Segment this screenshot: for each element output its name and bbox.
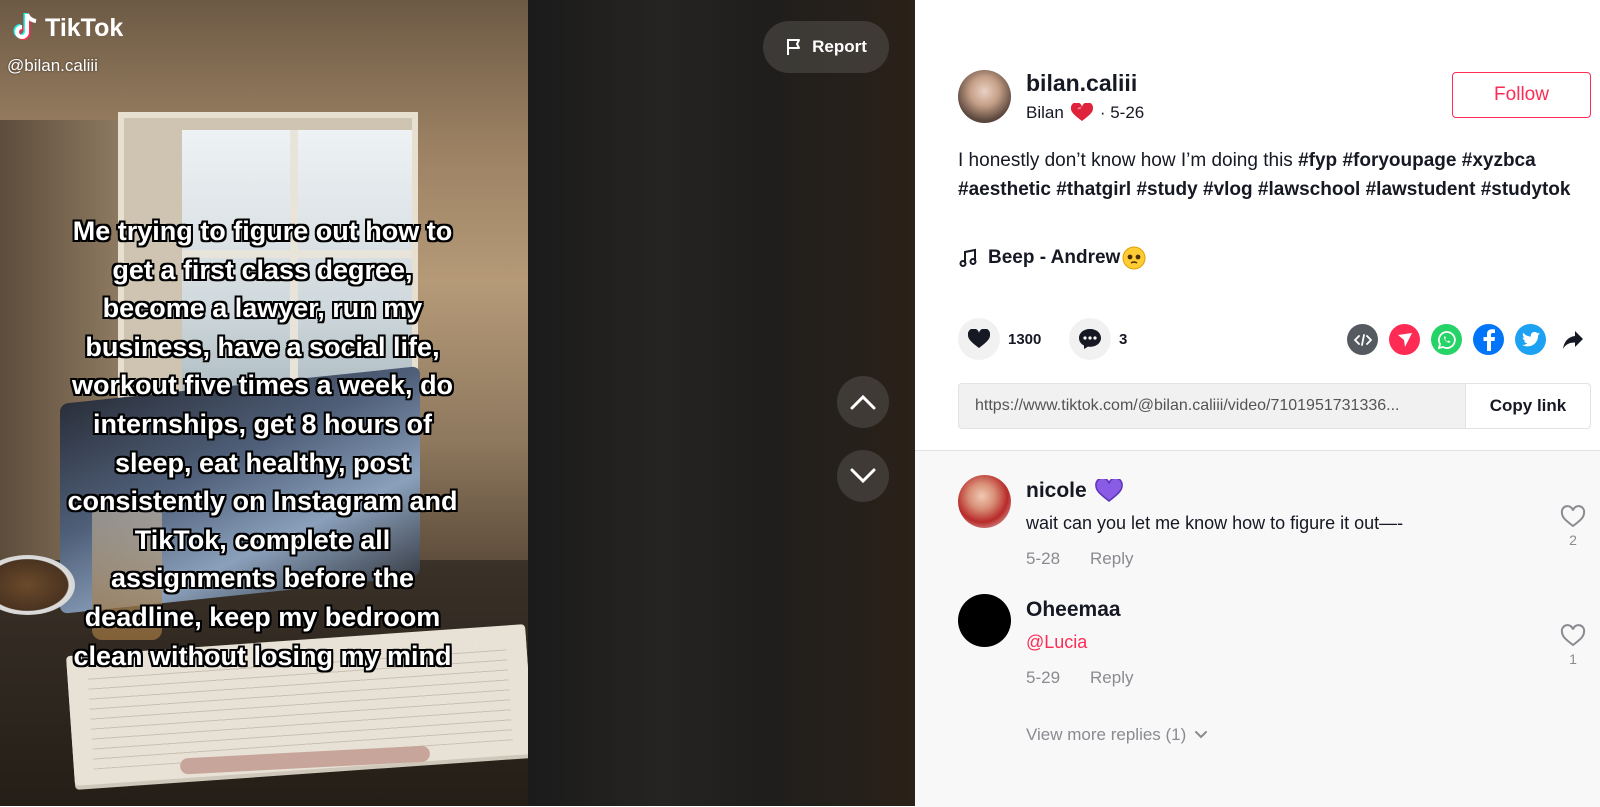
- embed-icon[interactable]: [1347, 324, 1378, 355]
- video-player[interactable]: TikTok @bilan.caliii Me trying to figure…: [0, 0, 915, 806]
- whatsapp-icon[interactable]: [1431, 324, 1462, 355]
- hashtag-link[interactable]: #study: [1136, 179, 1197, 200]
- previous-video-button[interactable]: [837, 376, 889, 428]
- report-button-label: Report: [812, 37, 867, 56]
- copy-link-button[interactable]: Copy link: [1465, 384, 1590, 428]
- comment-author: nicole: [1026, 479, 1123, 503]
- reply-button[interactable]: Reply: [1090, 549, 1133, 569]
- hashtag-link[interactable]: #xyzbca: [1462, 150, 1536, 171]
- post-date: · 5-26: [1099, 103, 1145, 122]
- video-watermark-handle: @bilan.caliii: [7, 56, 98, 75]
- like-action: 1300: [958, 318, 1041, 360]
- tiktok-watermark: TikTok: [13, 12, 123, 44]
- next-video-button[interactable]: [837, 450, 889, 502]
- share-arrow-glyph: [1562, 330, 1583, 349]
- comment-meta: 5-29 Reply: [1026, 668, 1134, 688]
- comment-item: Oheemaa @Lucia 5-29 Reply 1: [958, 594, 1588, 694]
- hashtag-link[interactable]: #vlog: [1203, 179, 1253, 200]
- hashtag-link[interactable]: #thatgirl: [1056, 179, 1131, 200]
- share-icon-row: [1347, 324, 1588, 355]
- paper-plane-glyph: [1397, 332, 1412, 347]
- view-more-replies-label: View more replies (1): [1026, 725, 1187, 744]
- like-count: 1300: [1008, 330, 1042, 348]
- follow-button[interactable]: Follow: [1452, 72, 1591, 118]
- comment-item: nicole wait can you let me know how to f…: [958, 475, 1588, 575]
- tiktok-watermark-text: TikTok: [45, 13, 124, 42]
- tiktok-note-icon: [13, 13, 37, 40]
- twitter-bird-glyph: [1521, 332, 1540, 347]
- comment-button[interactable]: [1069, 318, 1111, 360]
- comment-date: 5-28: [1026, 549, 1061, 568]
- facebook-icon[interactable]: [1473, 324, 1504, 355]
- comment-count: 3: [1119, 330, 1128, 348]
- hashtag-link[interactable]: #fyp: [1298, 150, 1337, 171]
- comment-mention-link[interactable]: @Lucia: [1026, 632, 1087, 653]
- music-note-icon: [959, 248, 977, 267]
- comment-like-count: 1: [1569, 651, 1577, 667]
- pleading-face-emoji-icon: [1122, 246, 1146, 270]
- comments-section: nicole wait can you let me know how to f…: [915, 450, 1600, 807]
- comment-author-name[interactable]: nicole: [1026, 479, 1087, 503]
- like-button[interactable]: [958, 318, 1000, 360]
- chevron-down-icon: [850, 468, 876, 484]
- heart-outline-icon: [1560, 505, 1586, 528]
- send-to-friends-icon[interactable]: [1389, 324, 1420, 355]
- comment-bubble-icon: [1079, 329, 1101, 349]
- comment-avatar[interactable]: [958, 475, 1011, 528]
- comment-action: 3: [1069, 318, 1127, 360]
- twitter-icon[interactable]: [1515, 324, 1546, 355]
- chevron-up-icon: [850, 394, 876, 410]
- whatsapp-glyph: [1437, 330, 1456, 349]
- hashtag-link[interactable]: #studytok: [1481, 179, 1571, 200]
- video-link-text[interactable]: https://www.tiktok.com/@bilan.caliii/vid…: [959, 397, 1465, 415]
- purple-heart-emoji-icon: [1094, 479, 1123, 502]
- flag-icon: [787, 39, 801, 55]
- comment-author: Oheemaa: [1026, 598, 1121, 622]
- video-caption-overlay: Me trying to figure out how to get a fir…: [67, 216, 458, 671]
- chevron-down-icon: [1195, 731, 1208, 739]
- video-link-bar: https://www.tiktok.com/@bilan.caliii/vid…: [958, 383, 1591, 429]
- video-description: I honestly don’t know how I’m doing this…: [958, 146, 1588, 204]
- embed-code-glyph: [1353, 333, 1372, 346]
- comment-avatar[interactable]: [958, 594, 1011, 647]
- reply-button[interactable]: Reply: [1090, 668, 1133, 688]
- comment-text: wait can you let me know how to figure i…: [1026, 513, 1404, 533]
- comment-like-button[interactable]: 1: [1558, 624, 1588, 667]
- hashtag-link[interactable]: #aesthetic: [958, 179, 1051, 200]
- heart-icon: [968, 329, 990, 348]
- author-username[interactable]: bilan.caliii: [1026, 70, 1137, 97]
- music-link[interactable]: Beep - Andrew: [958, 246, 1146, 270]
- author-subtitle: Bilan · 5-26: [1026, 103, 1144, 123]
- heart-outline-icon: [1560, 624, 1586, 647]
- view-more-replies-button[interactable]: View more replies (1): [1026, 725, 1208, 745]
- share-arrow-icon[interactable]: [1557, 324, 1588, 355]
- facebook-glyph: [1483, 328, 1495, 351]
- hashtag-link[interactable]: #lawstudent: [1366, 179, 1476, 200]
- author-avatar[interactable]: [958, 70, 1011, 123]
- report-button[interactable]: Report: [763, 21, 889, 73]
- comment-author-name[interactable]: Oheemaa: [1026, 598, 1121, 622]
- hashtag-link[interactable]: #foryoupage: [1342, 150, 1456, 171]
- comment-meta: 5-28 Reply: [1026, 549, 1134, 569]
- comment-date: 5-29: [1026, 668, 1061, 687]
- hashtag-link[interactable]: #lawschool: [1258, 179, 1360, 200]
- comment-like-count: 2: [1569, 532, 1577, 548]
- video-detail-panel: bilan.caliii Bilan · 5-26 Follow I hones…: [915, 0, 1600, 807]
- comment-like-button[interactable]: 2: [1558, 505, 1588, 548]
- description-text: I honestly don’t know how I’m doing this: [958, 150, 1293, 171]
- author-nickname: Bilan: [1026, 103, 1064, 122]
- music-title: Beep - Andrew: [988, 247, 1121, 268]
- heart-emoji-icon: [1070, 103, 1093, 121]
